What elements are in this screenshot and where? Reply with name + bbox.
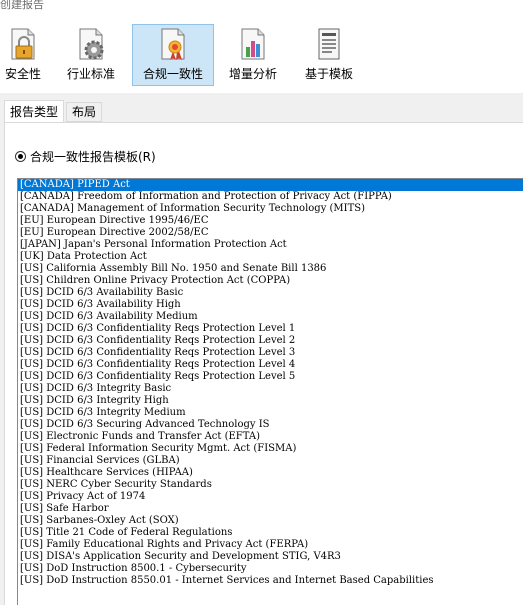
list-item[interactable]: [CANADA] Management of Information Secur… <box>18 203 523 215</box>
toolbar-security-button[interactable]: 安全性 <box>2 24 44 86</box>
list-item[interactable]: [US] DCID 6/3 Confidentiality Reqs Prote… <box>18 347 523 359</box>
list-item[interactable]: [US] DCID 6/3 Availability Basic <box>18 287 523 299</box>
gear-document-icon <box>79 28 104 60</box>
toolbar-compliance-button[interactable]: 合规一致性 <box>132 24 214 86</box>
compliance-template-radio[interactable]: 合规一致性报告模板(R) <box>15 147 156 165</box>
list-item[interactable]: [US] Electronic Funds and Transfer Act (… <box>18 431 523 443</box>
list-item[interactable]: [US] Sarbanes-Oxley Act (SOX) <box>18 515 523 527</box>
ribbon-document-icon <box>161 28 185 60</box>
list-item[interactable]: [US] DCID 6/3 Confidentiality Reqs Prote… <box>18 359 523 371</box>
toolbar-label: 安全性 <box>4 67 41 81</box>
window-title: 创建报告 <box>0 0 44 11</box>
list-item[interactable]: [US] DCID 6/3 Availability Medium <box>18 311 523 323</box>
list-item[interactable]: [UK] Data Protection Act <box>18 251 523 263</box>
list-item[interactable]: [US] Safe Harbor <box>18 503 523 515</box>
list-item[interactable]: [US] DCID 6/3 Integrity Medium <box>18 407 523 419</box>
list-item[interactable]: [US] DCID 6/3 Integrity Basic <box>18 383 523 395</box>
list-item[interactable]: [US] DoD Instruction 8500.1 - Cybersecur… <box>18 563 523 575</box>
list-item[interactable]: [US] Children Online Privacy Protection … <box>18 275 523 287</box>
toolbar-label: 合规一致性 <box>142 67 203 81</box>
list-item[interactable]: [US] DCID 6/3 Confidentiality Reqs Prote… <box>18 335 523 347</box>
tab-report-type[interactable]: 报告类型 <box>4 100 65 123</box>
list-item[interactable]: [US] Privacy Act of 1974 <box>18 491 523 503</box>
toolbar-label: 行业标准 <box>66 67 115 81</box>
list-item[interactable]: [EU] European Directive 1995/46/EC <box>18 215 523 227</box>
toolbar-template-button[interactable]: 基于模板 <box>298 24 360 86</box>
list-item[interactable]: [US] Federal Information Security Mgmt. … <box>18 443 523 455</box>
toolbar-industry-standard-button[interactable]: 行业标准 <box>60 24 122 86</box>
list-item[interactable]: [US] DISA's Application Security and Dev… <box>18 551 523 563</box>
list-item[interactable]: [CANADA] PIPED Act <box>18 179 523 191</box>
lock-document-icon <box>11 28 35 60</box>
list-item[interactable]: [US] Family Educational Rights and Priva… <box>18 539 523 551</box>
toolbar-label: 基于模板 <box>304 67 353 81</box>
chart-document-icon <box>241 28 265 60</box>
list-item[interactable]: [US] DCID 6/3 Integrity High <box>18 395 523 407</box>
toolbar-label: 增量分析 <box>228 67 277 81</box>
report-category-toolbar: 安全性 行业标准 合规一致性 增量分析 基于模板 <box>0 20 523 93</box>
list-item[interactable]: [US] NERC Cyber Security Standards <box>18 479 523 491</box>
radio-button[interactable] <box>15 150 26 162</box>
list-item[interactable]: [CANADA] Freedom of Information and Prot… <box>18 191 523 203</box>
list-item[interactable]: [US] DCID 6/3 Confidentiality Reqs Prote… <box>18 371 523 383</box>
list-item[interactable]: [US] DCID 6/3 Availability High <box>18 299 523 311</box>
list-item[interactable]: [US] DCID 6/3 Securing Advanced Technolo… <box>18 419 523 431</box>
template-document-icon <box>318 28 340 60</box>
list-item[interactable]: [US] Title 21 Code of Federal Regulation… <box>18 527 523 539</box>
list-item[interactable]: [EU] European Directive 2002/58/EC <box>18 227 523 239</box>
radio-label: 合规一致性报告模板(R) <box>30 149 156 164</box>
toolbar-delta-analysis-button[interactable]: 增量分析 <box>224 24 282 86</box>
list-item[interactable]: [US] DCID 6/3 Confidentiality Reqs Prote… <box>18 323 523 335</box>
list-item[interactable]: [US] Healthcare Services (HIPAA) <box>18 467 523 479</box>
tab-layout[interactable]: 布局 <box>66 102 103 122</box>
list-item[interactable]: [US] DoD Instruction 8550.01 - Internet … <box>18 575 523 587</box>
list-item[interactable]: [US] California Assembly Bill No. 1950 a… <box>18 263 523 275</box>
list-item[interactable]: [US] Financial Services (GLBA) <box>18 455 523 467</box>
list-item[interactable]: [JAPAN] Japan's Personal Information Pro… <box>18 239 523 251</box>
compliance-template-list[interactable]: [CANADA] PIPED Act [CANADA] Freedom of I… <box>17 178 523 605</box>
